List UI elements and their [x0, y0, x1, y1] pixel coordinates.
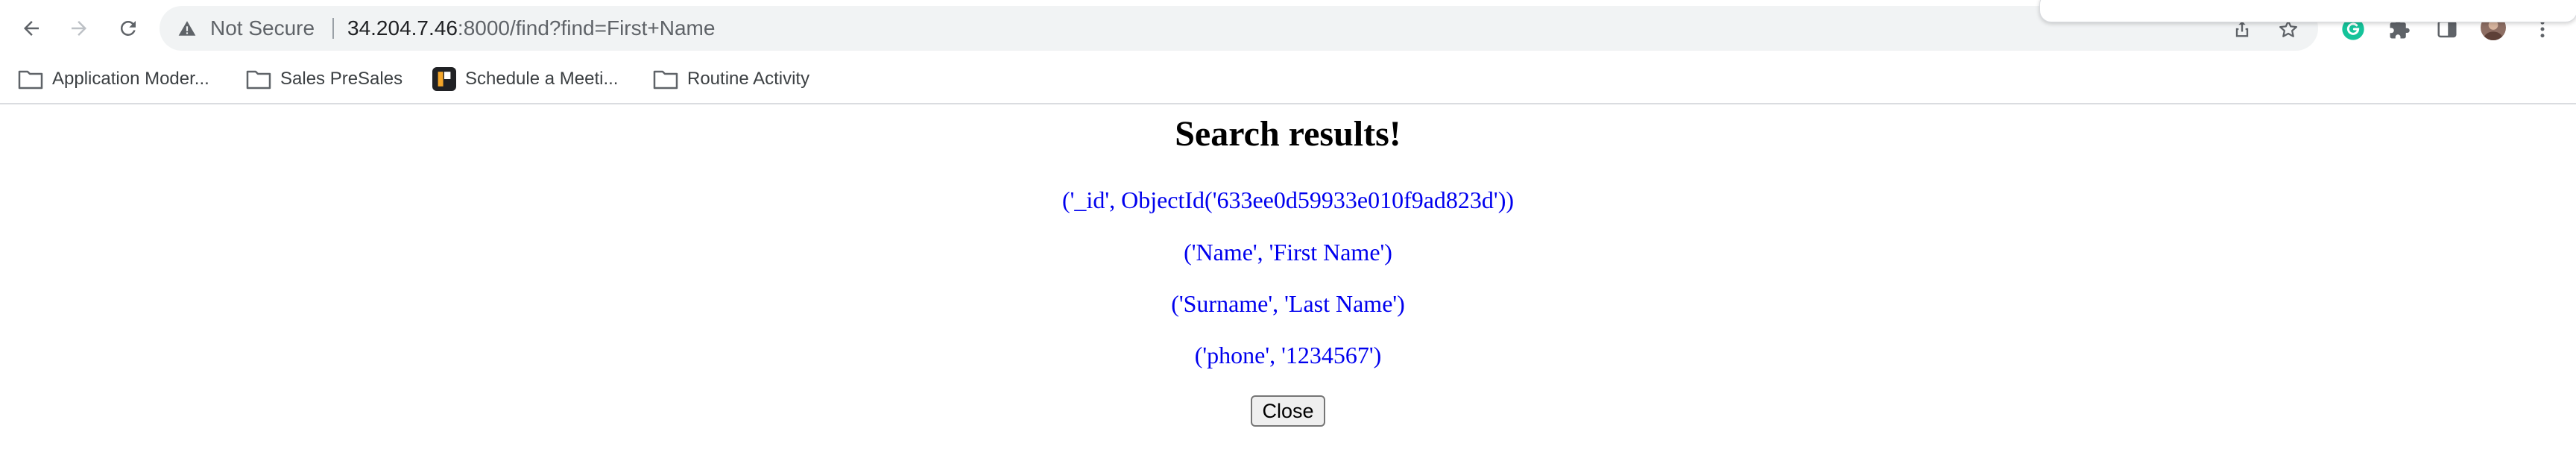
back-button[interactable] [13, 10, 49, 46]
result-line-id: ('_id', ObjectId('633ee0d59933e010f9ad82… [1062, 186, 1514, 213]
reload-icon [120, 20, 136, 36]
security-status-label[interactable]: Not Secure [210, 6, 315, 51]
browser-toolbar: Not Secure 34.204.7.46:8000/find?find=Fi… [0, 0, 2576, 57]
result-line-name: ('Name', 'First Name') [1184, 239, 1392, 266]
bookmark-label: Sales PreSales [280, 69, 403, 89]
page-title: Search results! [1175, 114, 1401, 154]
bookmark-application-moder[interactable]: Application Moder... [18, 64, 209, 94]
back-arrow-icon [24, 21, 39, 36]
bookmark-label: Application Moder... [52, 69, 209, 89]
url-text[interactable]: 34.204.7.46:8000/find?find=First+Name [347, 6, 715, 51]
folder-icon [653, 70, 678, 90]
bookmark-schedule-a-meeting[interactable]: Schedule a Meeti... [432, 64, 618, 94]
folder-icon [18, 70, 43, 90]
address-bar[interactable]: Not Secure 34.204.7.46:8000/find?find=Fi… [160, 6, 2318, 51]
forward-button[interactable] [61, 10, 97, 46]
omnibox-divider [332, 18, 334, 39]
result-line-phone: ('phone', '1234567') [1194, 342, 1382, 368]
page-content: Search results! ('_id', ObjectId('633ee0… [0, 104, 2576, 458]
bookmarks-bar: Application Moder... Sales PreSales Sche… [0, 57, 2576, 104]
bookmark-sales-presales[interactable]: Sales PreSales [246, 64, 402, 94]
bookmark-routine-activity[interactable]: Routine Activity [653, 64, 809, 94]
forward-arrow-icon [72, 21, 86, 36]
extension-popup-edge [2039, 0, 2576, 22]
url-path: :8000/find?find=First+Name [457, 16, 716, 40]
url-host: 34.204.7.46 [347, 16, 458, 40]
warning-triangle-icon[interactable] [176, 17, 198, 40]
bookmark-label: Schedule a Meeti... [465, 69, 619, 89]
result-line-surname: ('Surname', 'Last Name') [1171, 290, 1405, 317]
site-favicon-icon [432, 67, 456, 91]
reload-button[interactable] [110, 10, 146, 46]
bookmark-label: Routine Activity [687, 69, 810, 89]
folder-icon [246, 70, 271, 90]
close-button[interactable]: Close [1251, 395, 1325, 427]
